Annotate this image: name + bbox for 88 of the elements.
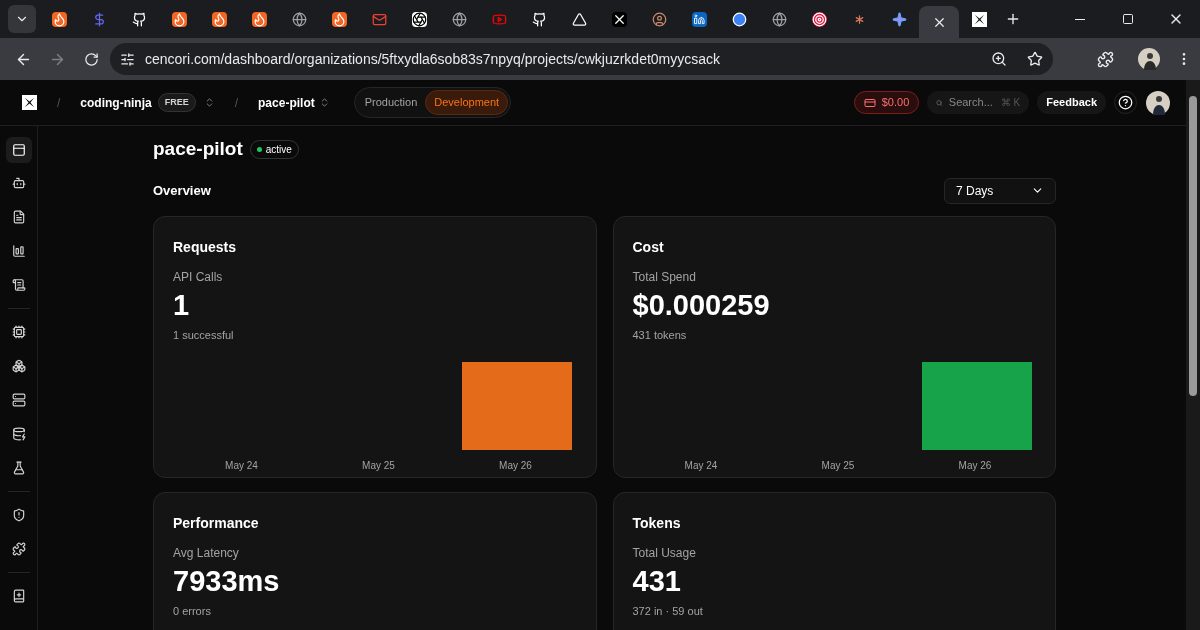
ring-icon [731, 11, 747, 27]
x-icon [611, 11, 627, 27]
github-icon [131, 11, 147, 27]
metric-subtext: 0 errors [173, 603, 212, 619]
site-settings-icon [120, 51, 135, 67]
flask-icon [11, 461, 26, 475]
reload-icon [83, 51, 99, 67]
axis-label: May 24 [684, 459, 718, 473]
extensions-icon[interactable] [1097, 50, 1114, 68]
sidebar-item[interactable] [5, 137, 32, 163]
axis-label: May 25 [362, 459, 395, 473]
feedback-button[interactable]: Feedback [1037, 91, 1106, 114]
metric-label: Total Spend [632, 268, 697, 286]
axis-label: May 24 [225, 459, 258, 473]
metric-value: $0.000259 [632, 287, 771, 323]
project-selector[interactable]: pace-pilot [258, 93, 330, 112]
mail-icon [371, 11, 387, 27]
flame-icon [171, 11, 187, 27]
book-icon [11, 589, 26, 603]
flame-icon [211, 11, 227, 27]
metric-subtext: 372 in · 59 out [632, 603, 704, 619]
github-icon [531, 11, 547, 27]
aperture-icon [411, 11, 427, 27]
avatar-icon [651, 11, 667, 27]
restore-icon [1122, 13, 1134, 25]
flame-icon [331, 11, 347, 27]
database-icon [11, 427, 26, 441]
logo-icon [971, 11, 987, 27]
axis-label: May 26 [958, 459, 992, 473]
server-icon [11, 393, 26, 407]
help-icon [1118, 95, 1133, 110]
scroll-icon [11, 278, 26, 292]
app-logo-icon [22, 95, 37, 110]
scrollbar-thumb[interactable] [1189, 96, 1197, 396]
plus-icon [1005, 11, 1021, 27]
chart-icon [11, 244, 26, 258]
metric-label: API Calls [173, 268, 224, 286]
puzzle-icon [11, 542, 26, 556]
breadcrumb-separator: / [57, 94, 61, 112]
environment-tab[interactable]: Development [425, 90, 509, 115]
boxes-icon [11, 359, 26, 373]
axis-label: May 26 [499, 459, 532, 473]
globe-icon [451, 11, 467, 27]
shield-icon [11, 508, 26, 522]
metric-subtext: 1 successful [173, 327, 235, 343]
organization-selector[interactable]: coding-ninja FREE [80, 92, 215, 113]
triangle-icon [571, 11, 587, 27]
sparkle-icon [891, 11, 907, 27]
shortcut-hint: ⌘ K [1000, 96, 1021, 110]
flame-icon [251, 11, 267, 27]
environment-tab[interactable]: Production [356, 91, 426, 114]
axis-label: May 25 [821, 459, 855, 473]
metric-label: Total Usage [632, 544, 697, 562]
minimize-icon [1075, 18, 1085, 20]
card-title: Cost [632, 237, 665, 257]
card-title: Requests [173, 237, 238, 257]
metric-label: Avg Latency [173, 544, 240, 562]
user-avatar[interactable] [1146, 90, 1170, 115]
avatar-icon[interactable] [1138, 48, 1160, 70]
metric-subtext: 431 tokens [632, 327, 688, 343]
tab-search-button[interactable] [8, 5, 36, 33]
section-title: Overview [153, 181, 211, 200]
breadcrumb-separator: / [234, 94, 239, 112]
card-title: Tokens [632, 513, 682, 533]
balance-button[interactable]: $0.00 [853, 91, 920, 114]
linkedin-icon [691, 11, 707, 27]
project-title: pace-pilot [153, 137, 243, 161]
globe-icon [291, 11, 307, 27]
credit-card-icon [863, 96, 876, 109]
bookmark-star-icon [1027, 51, 1043, 67]
date-range-select[interactable]: 7 Days [944, 177, 1056, 204]
metric-value: 431 [632, 563, 682, 599]
document-icon [11, 210, 26, 224]
card-title: Performance [173, 513, 260, 533]
plan-badge: FREE [157, 92, 196, 113]
metric-value: 7933ms [173, 563, 281, 599]
chip-icon [11, 325, 26, 339]
search-input[interactable]: Search... [948, 94, 995, 111]
address-bar[interactable]: cencori.com/dashboard/organizations/5ftxydla6sob83s7npyq/projects/cwkjuzrkdet0myycsack [110, 43, 1053, 75]
play-icon [491, 11, 507, 27]
bot-icon [11, 176, 26, 190]
target-icon [811, 11, 827, 27]
flame-icon [51, 11, 67, 27]
url-text: cencori.com/dashboard/organizations/5ftxydla6sob83s7npyq/projects/cwkjuzrkdet0myycsack [145, 49, 722, 69]
panel-icon [11, 143, 26, 157]
globe-icon [771, 11, 787, 27]
metric-value: 1 [173, 287, 191, 323]
zoom-icon [991, 51, 1007, 67]
